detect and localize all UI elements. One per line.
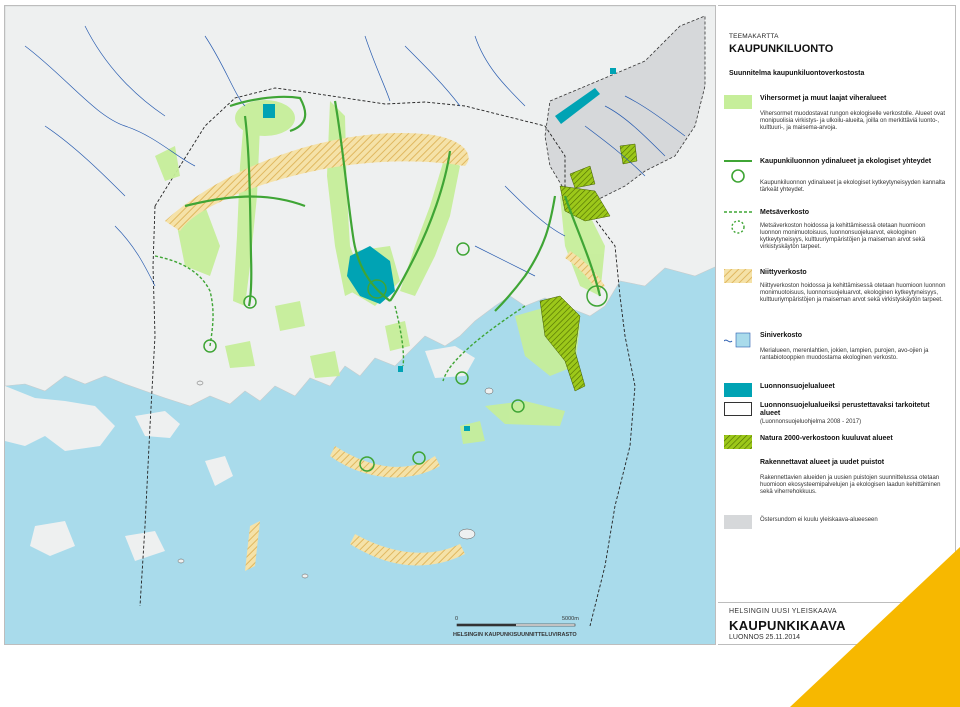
forest-symbol [724, 211, 752, 234]
legend-desc: Merialueen, merenlahtien, jokien, lampie… [760, 348, 929, 361]
legend-label: Luonnonsuojelualueet [760, 383, 835, 390]
legend-desc: Niittyverkoston hoidossa ja kehittämises… [760, 283, 946, 303]
corridor-symbol [724, 160, 752, 183]
legend-desc: Rakennettavien alueiden ja uusien puisto… [760, 475, 941, 495]
legend-label: Siniverkosto [760, 332, 803, 339]
legend-label: Kaupunkiluonnon ydinalueet ja ekologiset… [760, 158, 932, 165]
legend-label: Metsäverkosto [760, 209, 810, 216]
meadow-swatch [724, 269, 752, 283]
legend-title: KAUPUNKILUONTO [729, 43, 834, 55]
corner-accent-triangle [790, 547, 960, 707]
scale-end: 5000m [562, 616, 579, 622]
legend-label: Vihersormet ja muut laajat viheralueet [760, 95, 887, 102]
legend-label: Niittyverkosto [760, 269, 807, 276]
natura-swatch [724, 435, 752, 449]
legend-label: Rakennettavat alueet ja uudet puistot [760, 459, 885, 466]
scale-start: 0 [455, 616, 459, 622]
protected-swatch [724, 383, 752, 397]
ostersundom-swatch [724, 515, 752, 529]
legend-heading: Suunnitelma kaupunkiluontoverkostosta [729, 70, 865, 77]
slide: 0 5000m HELSINGIN KAUPUNKISUUNNITTELUVIR… [0, 0, 960, 707]
blue-network-symbol [724, 332, 751, 348]
legend-desc: Kaupunkiluonnon ydinalueet ja ekologiset… [760, 180, 946, 193]
legend-desc: Östersundom ei kuulu yleiskaava-alueesee… [760, 517, 878, 523]
legend-desc: Vihersormet muodostavat rungon ekologise… [760, 111, 945, 131]
map-canvas [5, 6, 715, 644]
legend-label: Natura 2000-verkostoon kuuluvat alueet [760, 435, 893, 442]
proposed-protected-swatch [724, 402, 752, 416]
legend-desc: Metsäverkoston hoidossa ja kehittämisess… [760, 223, 926, 250]
legend-label: Luonnonsuojelualueiksi perustettavaksi t… [760, 402, 930, 417]
legend-supertitle: TEEMAKARTTA [729, 33, 779, 40]
map-credit: HELSINGIN KAUPUNKISUUNNITTELUVIRASTO [453, 632, 577, 638]
legend-desc: (Luonnonsuojeluohjelma 2008 - 2017) [760, 419, 862, 425]
green-area-swatch [724, 95, 752, 109]
theme-map: 0 5000m HELSINGIN KAUPUNKISUUNNITTELUVIR… [4, 5, 716, 645]
scale-bar [456, 623, 576, 627]
